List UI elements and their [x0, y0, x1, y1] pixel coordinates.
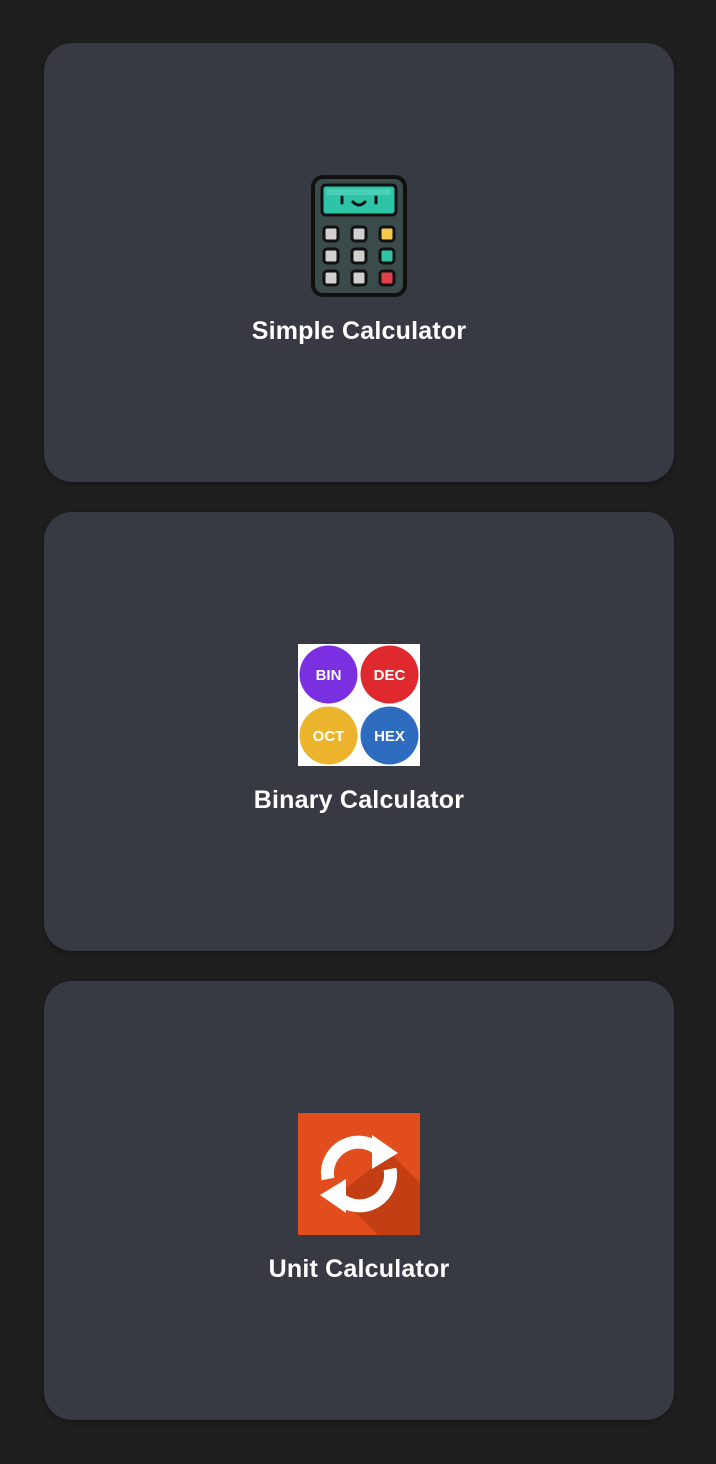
- badge-dec: DEC: [374, 667, 406, 684]
- simple-calculator-label: Simple Calculator: [251, 317, 467, 345]
- unit-calculator-card[interactable]: Unit Calculator: [44, 981, 674, 1420]
- binary-calculator-card[interactable]: BIN DEC OCT HEX Binary Calculator: [44, 512, 674, 951]
- badge-oct: OCT: [313, 728, 345, 745]
- number-bases-icon: BIN DEC OCT HEX: [298, 644, 420, 766]
- calculator-icon: [298, 175, 420, 297]
- binary-calculator-label: Binary Calculator: [253, 786, 465, 814]
- unit-calculator-label: Unit Calculator: [268, 1255, 450, 1283]
- badge-hex: HEX: [374, 728, 405, 745]
- convert-arrows-icon: [298, 1113, 420, 1235]
- badge-bin: BIN: [316, 667, 342, 684]
- simple-calculator-card[interactable]: Simple Calculator: [44, 43, 674, 482]
- calculator-menu: Simple Calculator BIN DEC OCT HEX Binary…: [0, 0, 716, 1464]
